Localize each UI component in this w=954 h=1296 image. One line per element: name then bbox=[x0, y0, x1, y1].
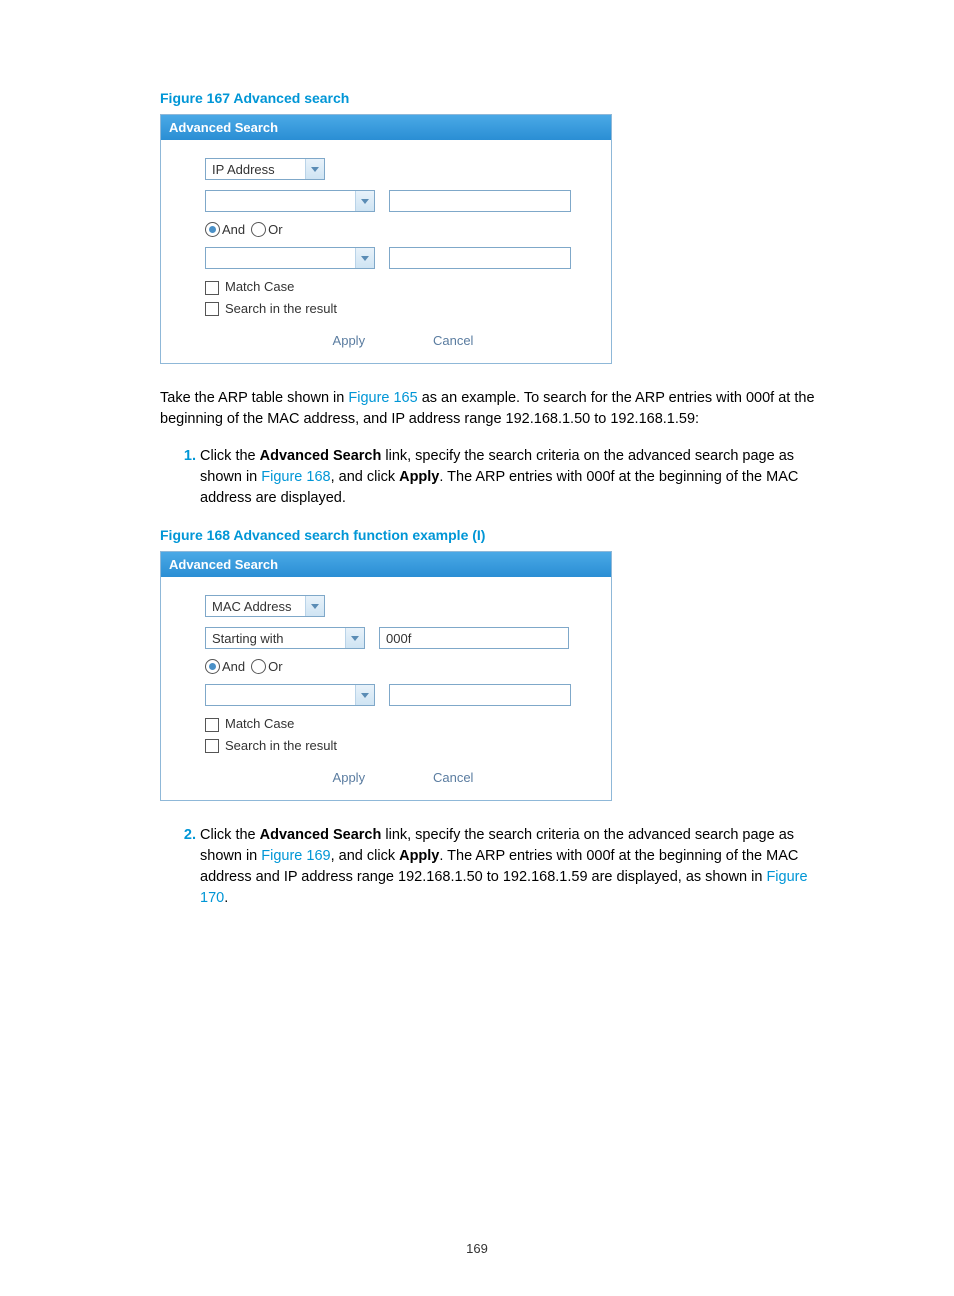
or-label: Or bbox=[268, 222, 282, 237]
search-in-result-label: Search in the result bbox=[225, 738, 337, 753]
panel-body: MAC Address Starting with 000f And Or bbox=[161, 577, 611, 800]
value1-input[interactable] bbox=[389, 190, 571, 212]
chevron-down-icon bbox=[305, 596, 324, 616]
page-number: 169 bbox=[0, 1241, 954, 1256]
step-2: Click the Advanced Search link, specify … bbox=[200, 825, 834, 909]
panel-title: Advanced Search bbox=[161, 115, 611, 140]
step-1: Click the Advanced Search link, specify … bbox=[200, 446, 834, 509]
text: , and click bbox=[331, 848, 400, 864]
cancel-button[interactable]: Cancel bbox=[415, 330, 491, 351]
figure-168-caption: Figure 168 Advanced search function exam… bbox=[160, 527, 834, 543]
field-dropdown[interactable]: MAC Address bbox=[205, 595, 325, 617]
match-case-label: Match Case bbox=[225, 279, 294, 294]
operator1-dropdown[interactable] bbox=[205, 190, 375, 212]
value2-input[interactable] bbox=[389, 247, 571, 269]
figure-168-link[interactable]: Figure 168 bbox=[261, 469, 330, 485]
value1-input[interactable]: 000f bbox=[379, 627, 569, 649]
advanced-search-panel-167: Advanced Search IP Address And bbox=[160, 114, 612, 364]
or-radio[interactable] bbox=[251, 222, 266, 237]
apply-button[interactable]: Apply bbox=[315, 767, 384, 788]
chevron-down-icon bbox=[305, 159, 324, 179]
text: Click the bbox=[200, 448, 260, 464]
and-label: And bbox=[222, 659, 245, 674]
match-case-checkbox[interactable] bbox=[205, 281, 219, 295]
chevron-down-icon bbox=[355, 248, 374, 268]
logic-radio-group: And Or bbox=[205, 222, 601, 237]
operator1-value: Starting with bbox=[206, 631, 284, 646]
panel-title: Advanced Search bbox=[161, 552, 611, 577]
match-case-checkbox[interactable] bbox=[205, 718, 219, 732]
operator2-dropdown[interactable] bbox=[205, 247, 375, 269]
text: Take the ARP table shown in bbox=[160, 390, 348, 406]
or-radio[interactable] bbox=[251, 659, 266, 674]
text: Click the bbox=[200, 827, 260, 843]
search-in-result-checkbox[interactable] bbox=[205, 302, 219, 316]
value2-input[interactable] bbox=[389, 684, 571, 706]
operator1-dropdown[interactable]: Starting with bbox=[205, 627, 365, 649]
bold-text: Apply bbox=[399, 848, 439, 864]
text: , and click bbox=[331, 469, 400, 485]
or-label: Or bbox=[268, 659, 282, 674]
cancel-button[interactable]: Cancel bbox=[415, 767, 491, 788]
bold-text: Advanced Search bbox=[260, 448, 382, 464]
advanced-search-panel-168: Advanced Search MAC Address Starting wit… bbox=[160, 551, 612, 801]
apply-button[interactable]: Apply bbox=[315, 330, 384, 351]
chevron-down-icon bbox=[355, 191, 374, 211]
field-dropdown[interactable]: IP Address bbox=[205, 158, 325, 180]
chevron-down-icon bbox=[355, 685, 374, 705]
bold-text: Advanced Search bbox=[260, 827, 382, 843]
bold-text: Apply bbox=[399, 469, 439, 485]
and-radio[interactable] bbox=[205, 222, 220, 237]
and-label: And bbox=[222, 222, 245, 237]
field-dropdown-value: IP Address bbox=[206, 162, 275, 177]
figure-167-caption: Figure 167 Advanced search bbox=[160, 90, 834, 106]
document-page: Figure 167 Advanced search Advanced Sear… bbox=[0, 0, 954, 1296]
match-case-label: Match Case bbox=[225, 716, 294, 731]
operator2-dropdown[interactable] bbox=[205, 684, 375, 706]
chevron-down-icon bbox=[345, 628, 364, 648]
paragraph: Take the ARP table shown in Figure 165 a… bbox=[160, 388, 834, 430]
figure-165-link[interactable]: Figure 165 bbox=[348, 390, 417, 406]
field-dropdown-value: MAC Address bbox=[206, 599, 291, 614]
panel-body: IP Address And Or bbox=[161, 140, 611, 363]
search-in-result-checkbox[interactable] bbox=[205, 739, 219, 753]
and-radio[interactable] bbox=[205, 659, 220, 674]
search-in-result-label: Search in the result bbox=[225, 301, 337, 316]
step-list-1: Click the Advanced Search link, specify … bbox=[160, 446, 834, 509]
logic-radio-group: And Or bbox=[205, 659, 601, 674]
step-list-2: Click the Advanced Search link, specify … bbox=[160, 825, 834, 909]
text: . bbox=[224, 890, 228, 906]
figure-169-link[interactable]: Figure 169 bbox=[261, 848, 330, 864]
